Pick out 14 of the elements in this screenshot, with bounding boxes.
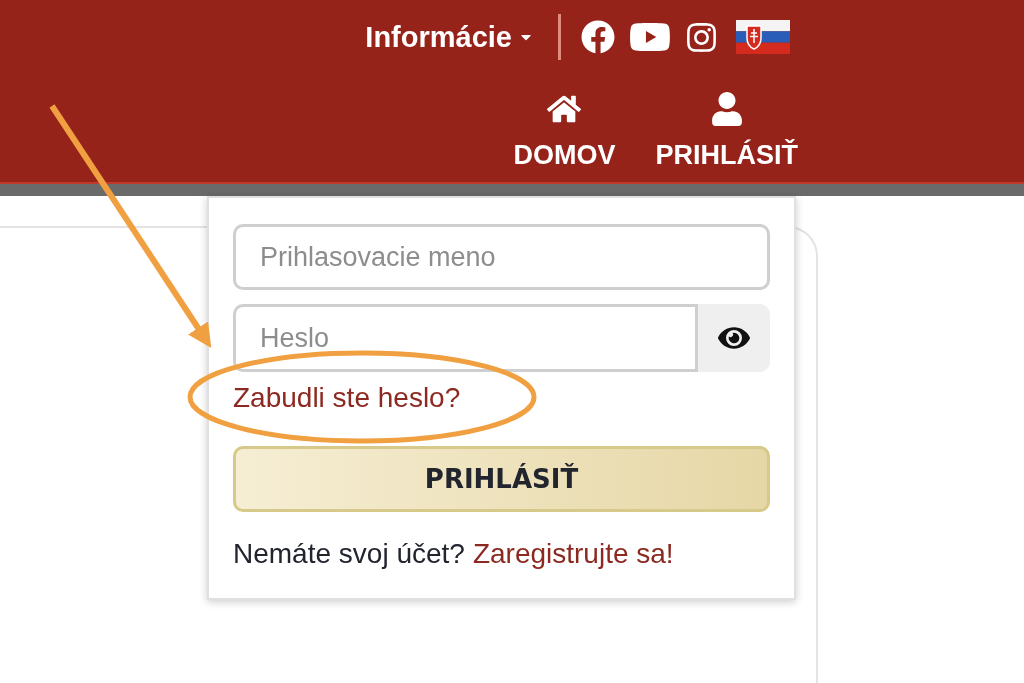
user-icon (709, 92, 744, 126)
forgot-password-link[interactable]: Zabudli ste heslo? (233, 382, 461, 414)
instagram-icon[interactable] (685, 20, 718, 54)
facebook-icon[interactable] (581, 20, 615, 54)
username-field[interactable]: Prihlasovacie meno (233, 224, 770, 290)
login-button[interactable]: PRIHLÁSIŤ (233, 446, 770, 512)
register-prompt: Nemáte svoj účet? (233, 538, 465, 570)
show-password-button[interactable] (698, 304, 770, 372)
flag-icon[interactable] (736, 20, 790, 54)
nav-link[interactable]: PRIHLÁSIŤ (655, 92, 798, 171)
password-field[interactable]: Heslo (233, 304, 698, 372)
nav-link[interactable]: DOMOV (513, 92, 616, 171)
register-link[interactable]: Zaregistrujte sa! (472, 538, 674, 570)
info-menu[interactable]: Informácie (365, 20, 534, 54)
